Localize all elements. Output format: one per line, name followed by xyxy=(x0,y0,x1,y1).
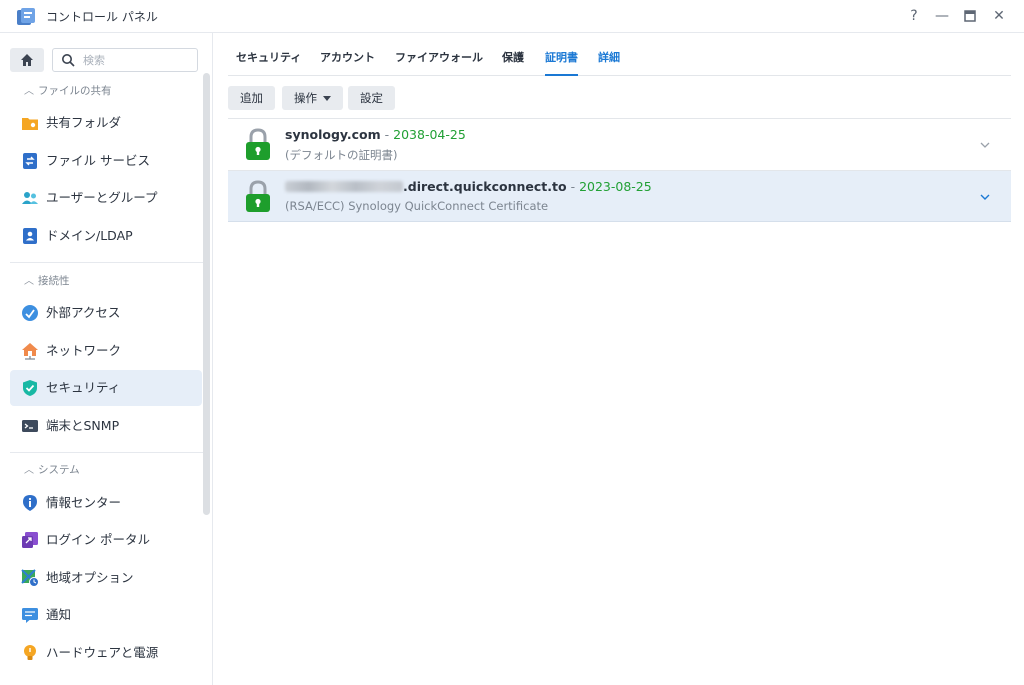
sidebar-item-label: 外部アクセス xyxy=(46,305,121,320)
section-header-connectivity[interactable]: ︿ 接続性 xyxy=(24,273,70,289)
control-panel-icon xyxy=(17,8,35,25)
maximize-button[interactable] xyxy=(960,6,980,26)
action-label: 操作 xyxy=(294,91,317,105)
certificate-row[interactable]: synology.com - 2038-04-25 (デフォルトの証明書) xyxy=(228,118,1011,170)
sidebar-item-label: ネットワーク xyxy=(46,343,122,358)
certificate-row-selected[interactable]: .direct.quickconnect.to - 2023-08-25 (RS… xyxy=(228,170,1011,222)
sidebar-item-network[interactable]: ネットワーク xyxy=(10,333,202,369)
separator: - xyxy=(566,179,580,194)
sidebar-item-label: 地域オプション xyxy=(46,570,134,585)
maximize-icon xyxy=(964,10,976,22)
sidebar-item-label: 情報センター xyxy=(46,495,122,510)
certificate-description: (RSA/ECC) Synology QuickConnect Certific… xyxy=(285,199,549,213)
tab-security[interactable]: セキュリティ xyxy=(236,33,301,75)
sidebar-item-domain-ldap[interactable]: ドメイン/LDAP xyxy=(10,218,202,254)
tab-advanced[interactable]: 詳細 xyxy=(598,33,620,75)
login-portal-icon xyxy=(22,532,38,548)
sidebar-item-shared-folder[interactable]: 共有フォルダ xyxy=(10,105,202,141)
certificate-title: synology.com - 2038-04-25 xyxy=(285,127,466,142)
close-button[interactable]: ✕ xyxy=(989,6,1009,26)
certificate-domain: .direct.quickconnect.to xyxy=(403,179,567,194)
info-center-icon xyxy=(23,495,37,511)
help-button[interactable]: ? xyxy=(904,6,924,26)
sidebar-item-label: 通知 xyxy=(46,607,72,622)
sidebar-item-external-access[interactable]: 外部アクセス xyxy=(10,295,202,331)
lock-icon xyxy=(246,180,270,212)
tab-protection[interactable]: 保護 xyxy=(502,33,524,75)
redacted-hostname xyxy=(285,181,403,192)
chevron-down-icon[interactable] xyxy=(979,191,991,203)
title-bar: コントロール パネル ? — ✕ xyxy=(0,0,1024,33)
section-header-system[interactable]: ︿ システム xyxy=(24,462,80,478)
sidebar: ︿ファイルの共有 共有フォルダ ファイル サービス ユーザーとグループ ドメイン… xyxy=(0,33,213,685)
sidebar-scrollbar[interactable] xyxy=(203,73,210,515)
home-icon xyxy=(21,54,33,66)
window-title: コントロール パネル xyxy=(46,10,158,24)
notification-icon xyxy=(22,608,38,623)
certificate-expiry: 2038-04-25 xyxy=(393,127,466,142)
chevron-up-icon: ︿ xyxy=(24,86,34,97)
home-button[interactable] xyxy=(10,48,44,72)
sidebar-item-users-groups[interactable]: ユーザーとグループ xyxy=(10,180,202,216)
shared-folder-icon xyxy=(22,118,38,130)
sidebar-item-label: ドメイン/LDAP xyxy=(46,228,133,243)
tab-firewall[interactable]: ファイアウォール xyxy=(395,33,483,75)
certificate-domain: synology.com xyxy=(285,127,381,142)
search-box[interactable] xyxy=(52,48,198,72)
sidebar-item-label: 端末とSNMP xyxy=(46,418,120,433)
external-access-icon xyxy=(22,305,38,321)
search-icon xyxy=(62,54,75,67)
certificate-title: .direct.quickconnect.to - 2023-08-25 xyxy=(285,179,652,194)
file-services-icon xyxy=(23,153,37,169)
terminal-icon xyxy=(22,420,38,432)
lock-icon xyxy=(246,128,270,160)
tab-account[interactable]: アカウント xyxy=(320,33,375,75)
sidebar-item-label: 共有フォルダ xyxy=(46,115,122,130)
security-shield-icon xyxy=(23,380,37,396)
certificate-expiry: 2023-08-25 xyxy=(579,179,652,194)
add-button[interactable]: 追加 xyxy=(228,86,275,110)
sidebar-item-hardware-power[interactable]: ハードウェアと電源 xyxy=(10,635,202,671)
sidebar-item-security[interactable]: セキュリティ xyxy=(10,370,202,406)
chevron-up-icon: ︿ xyxy=(24,465,34,476)
settings-button[interactable]: 設定 xyxy=(348,86,395,110)
hardware-power-icon xyxy=(24,645,36,660)
search-input[interactable] xyxy=(83,51,191,69)
sidebar-item-label: ハードウェアと電源 xyxy=(46,645,159,660)
regional-options-icon xyxy=(21,569,39,587)
action-dropdown-button[interactable]: 操作 xyxy=(282,86,343,110)
sidebar-item-login-portal[interactable]: ログイン ポータル xyxy=(10,522,202,558)
caret-down-icon xyxy=(323,96,331,101)
certificate-description: (デフォルトの証明書) xyxy=(285,148,398,162)
users-groups-icon xyxy=(22,192,38,204)
sidebar-item-label: ファイル サービス xyxy=(46,153,150,168)
main-panel: セキュリティ アカウント ファイアウォール 保護 証明書 詳細 追加 操作 設定… xyxy=(214,33,1024,685)
chevron-up-icon: ︿ xyxy=(24,276,34,287)
divider xyxy=(10,262,203,263)
sidebar-item-regional-options[interactable]: 地域オプション xyxy=(10,560,202,596)
sidebar-item-label: ユーザーとグループ xyxy=(46,190,158,205)
domain-ldap-icon xyxy=(23,228,37,244)
separator: - xyxy=(380,127,394,142)
sidebar-item-info-center[interactable]: 情報センター xyxy=(10,485,202,521)
divider xyxy=(10,452,203,453)
chevron-down-icon[interactable] xyxy=(979,139,991,151)
sidebar-item-label: セキュリティ xyxy=(46,380,121,395)
tab-bar: セキュリティ アカウント ファイアウォール 保護 証明書 詳細 xyxy=(228,33,1011,76)
sidebar-item-file-services[interactable]: ファイル サービス xyxy=(10,143,202,179)
sidebar-item-notification[interactable]: 通知 xyxy=(10,597,202,633)
sidebar-item-label: ログイン ポータル xyxy=(46,532,150,547)
tab-certificate[interactable]: 証明書 xyxy=(545,33,578,76)
minimize-button[interactable]: — xyxy=(932,6,952,26)
section-header-file-sharing[interactable]: ︿ ファイルの共有 xyxy=(24,83,112,99)
sidebar-item-terminal-snmp[interactable]: 端末とSNMP xyxy=(10,408,202,444)
network-icon xyxy=(22,343,38,360)
